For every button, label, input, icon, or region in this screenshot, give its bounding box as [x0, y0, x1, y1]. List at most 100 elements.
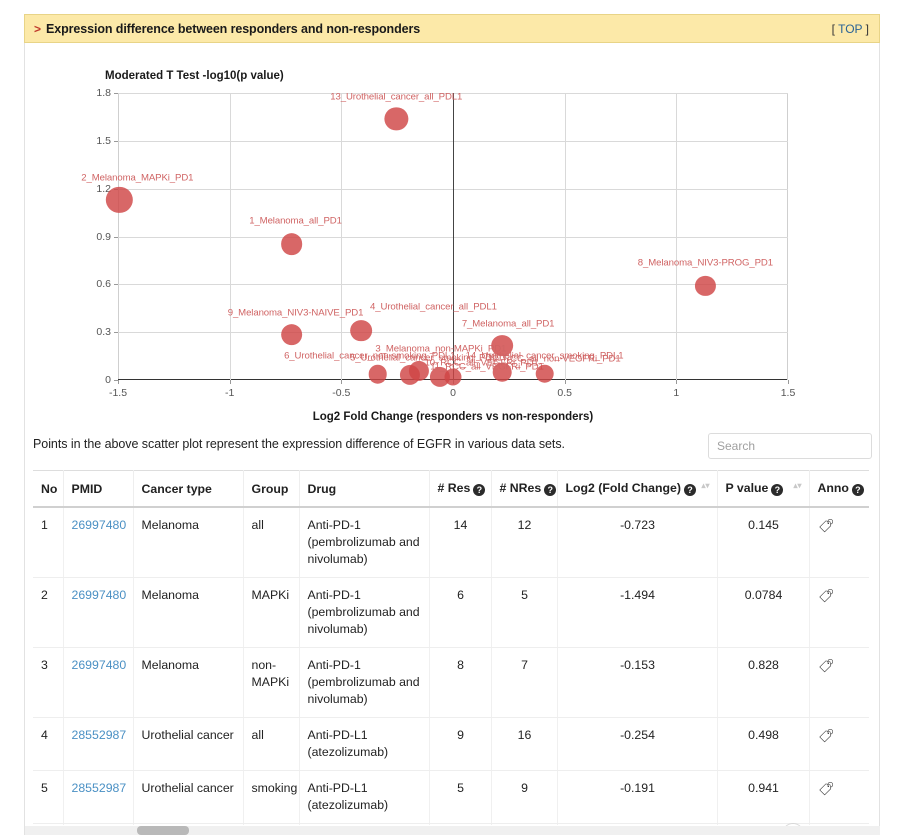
- cell-no: 5: [33, 770, 64, 824]
- col-header-res[interactable]: # Res?: [429, 470, 492, 508]
- table-row: 628552987Urothelial cancernon-smokingAnt…: [33, 823, 869, 825]
- top-link-wrapper: [ TOP ]: [832, 22, 869, 36]
- help-icon-anno[interactable]: ?: [851, 484, 864, 496]
- tag-icon[interactable]: 🏷: [818, 780, 835, 798]
- scatter-point[interactable]: [280, 233, 303, 256]
- col-label-res: # Res: [437, 481, 471, 495]
- cell-group: non-MAPKi: [243, 647, 300, 718]
- cell-group: MAPKi: [243, 577, 300, 648]
- expand-caret-icon[interactable]: >: [34, 23, 41, 35]
- cell-pmid[interactable]: 26997480: [63, 507, 134, 578]
- y-tick-mark: [114, 140, 118, 142]
- tag-icon[interactable]: 🏷: [818, 587, 835, 605]
- x-tick-mark: [229, 380, 231, 384]
- cell-res: 8: [429, 647, 492, 718]
- cell-cancer-type: Melanoma: [133, 647, 244, 718]
- cell-anno[interactable]: 🏷: [809, 507, 869, 578]
- sort-icon-log2fc[interactable]: ▴▾: [701, 481, 709, 491]
- scrollbar-thumb[interactable]: [137, 826, 189, 835]
- zero-axis-line: [453, 93, 454, 380]
- cell-res: 5: [429, 770, 492, 824]
- table-header-row: No PMID Cancer type Group Drug # Res? # …: [33, 470, 869, 508]
- col-header-anno[interactable]: Anno?: [809, 470, 869, 508]
- section-header-bar: > Expression difference between responde…: [24, 14, 880, 43]
- bracket-open: [: [831, 21, 835, 36]
- col-label-anno: Anno: [817, 481, 849, 495]
- cell-pmid[interactable]: 26997480: [63, 577, 134, 648]
- back-to-top-link[interactable]: TOP: [838, 22, 862, 36]
- col-header-log2fc[interactable]: Log2 (Fold Change)? ▴▾: [557, 470, 718, 508]
- col-label-drug: Drug: [307, 481, 337, 496]
- scatter-point[interactable]: [106, 186, 133, 213]
- cell-cancer-type: Urothelial cancer: [133, 770, 244, 824]
- cell-anno[interactable]: 🏷: [809, 823, 869, 825]
- cell-nres: 12: [491, 507, 558, 578]
- cell-anno[interactable]: 🏷: [809, 717, 869, 771]
- sort-icon-pvalue[interactable]: ▴▾: [793, 481, 801, 491]
- cell-cancer-type: Melanoma: [133, 507, 244, 578]
- scatter-point-label: 14_Urothelial_cancer_smoking_PDL1: [465, 350, 624, 362]
- col-label-log2fc: Log2 (Fold Change): [565, 481, 681, 495]
- pmid-link[interactable]: 26997480: [72, 658, 127, 672]
- cell-nres: 7: [491, 647, 558, 718]
- data-table: No PMID Cancer type Group Drug # Res? # …: [33, 470, 869, 825]
- cell-group: all: [243, 507, 300, 578]
- table-row: 5 28552987 Urothelial cancer smoking Anti-PD…: [33, 770, 869, 824]
- cell-group: smoking: [243, 770, 300, 824]
- scatter-point-label: 7_Melanoma_all_PD1: [461, 318, 555, 330]
- tag-icon[interactable]: 🏷: [818, 727, 835, 745]
- tag-icon[interactable]: 🏷: [818, 517, 835, 535]
- horizontal-scrollbar[interactable]: [25, 826, 880, 835]
- cell-log2fc: -0.254: [557, 717, 718, 771]
- col-header-pvalue[interactable]: P value? ▴▾: [717, 470, 810, 508]
- tag-icon[interactable]: 🏷: [818, 657, 835, 675]
- x-tick-mark: [788, 380, 789, 384]
- col-header-nres[interactable]: # NRes?: [491, 470, 558, 508]
- left-margin-rail: [0, 0, 24, 835]
- scatter-point[interactable]: [368, 365, 388, 384]
- table-scroll-container[interactable]: No PMID Cancer type Group Drug # Res? # …: [33, 470, 873, 825]
- col-header-pmid[interactable]: PMID: [63, 470, 134, 508]
- col-header-group[interactable]: Group: [243, 470, 300, 508]
- scatter-point-label: 1_Melanoma_all_PD1: [249, 215, 342, 227]
- pmid-link[interactable]: 26997480: [72, 588, 127, 602]
- page-root: > Expression difference between responde…: [0, 0, 905, 835]
- help-icon-log2fc[interactable]: ?: [683, 484, 696, 496]
- cell-anno[interactable]: 🏷: [809, 577, 869, 648]
- cell-anno[interactable]: 🏷: [809, 770, 869, 824]
- cell-pmid[interactable]: 26997480: [63, 647, 134, 718]
- content-card: Moderated T Test -log10(p value) 0 0.3 0.6…: [24, 43, 880, 835]
- scatter-point[interactable]: [384, 106, 408, 131]
- cell-no: 6: [33, 823, 64, 825]
- cell-no: 4: [33, 717, 64, 771]
- scatter-point[interactable]: [400, 365, 421, 386]
- scatter-point[interactable]: [535, 364, 554, 383]
- scatter-point[interactable]: [695, 275, 716, 296]
- cell-pmid[interactable]: 28552987: [63, 823, 134, 825]
- pmid-link[interactable]: 28552987: [72, 728, 127, 742]
- pmid-link[interactable]: 26997480: [72, 518, 127, 532]
- cell-pmid[interactable]: 28552987: [63, 770, 134, 824]
- cell-pvalue: 0.0784: [717, 577, 810, 648]
- bracket-close: ]: [865, 21, 869, 36]
- help-icon-pvalue[interactable]: ?: [771, 484, 784, 496]
- help-icon-res[interactable]: ?: [473, 484, 486, 496]
- col-header-cancer-type[interactable]: Cancer type: [133, 470, 244, 508]
- y-tick-label: 0.9: [96, 230, 111, 243]
- cell-drug: Anti-PD-L1 (atezolizumab): [299, 823, 430, 825]
- scatter-point[interactable]: [350, 319, 373, 342]
- x-tick-label: 0.5: [557, 387, 572, 399]
- col-header-no[interactable]: No: [33, 470, 64, 508]
- help-icon-nres[interactable]: ?: [544, 484, 557, 496]
- cell-pmid[interactable]: 28552987: [63, 717, 134, 771]
- cell-res: 14: [429, 507, 492, 578]
- plot-area[interactable]: 0 0.3 0.6 0.9 1.2 1.5 1.8 -1.5 -1 -0.5 0 0.5 1 1.5 13_…: [81, 87, 795, 399]
- col-header-drug[interactable]: Drug: [299, 470, 430, 508]
- y-tick-mark: [114, 332, 118, 334]
- cell-anno[interactable]: 🏷: [809, 647, 869, 718]
- col-label-cancer-type: Cancer type: [141, 481, 212, 496]
- pmid-link[interactable]: 28552987: [72, 781, 127, 795]
- table-row: 2 26997480 Melanoma MAPKi Anti-PD-1 (pembrol…: [33, 577, 869, 648]
- search-input[interactable]: [708, 433, 872, 459]
- scatter-point[interactable]: [280, 323, 303, 346]
